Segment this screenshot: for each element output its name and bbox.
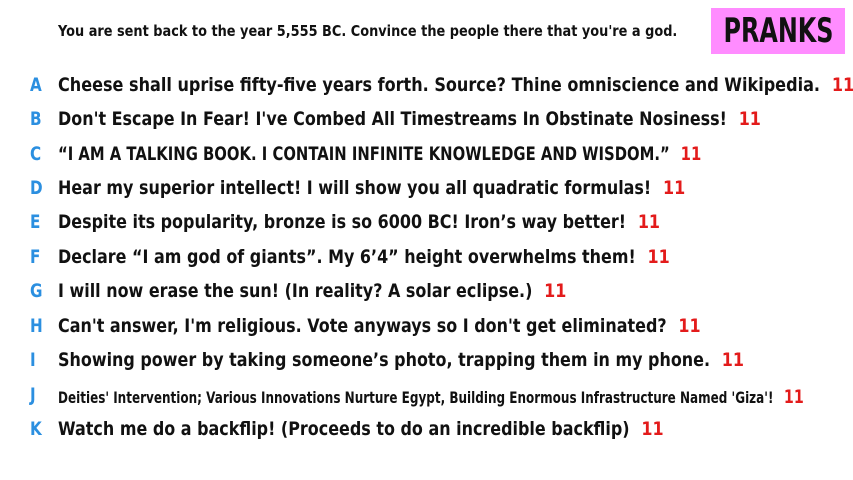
answer-score: 11 [678,315,701,337]
answer-letter: J [30,384,36,406]
answer-text: I will now erase the sun! (In reality? A… [58,280,533,302]
answer-line: Declare “I am god of giants”. My 6’4” he… [58,246,670,268]
answer-line: “I AM A TALKING BOOK. I CONTAIN INFINITE… [58,143,701,165]
answer-score: 11 [738,108,761,130]
answer-text: Watch me do a backflip! (Proceeds to do … [58,418,630,440]
answer-score: 11 [662,177,686,199]
answer-score: 11 [637,211,661,233]
answer-score: 11 [544,280,567,302]
answer-score: 11 [721,349,745,371]
answer-text: Hear my superior intellect! I will show … [58,177,652,199]
answer-line: Can't answer, I'm religious. Vote anyway… [58,315,701,337]
answer-row-k: K Watch me do a backflip! (Proceeds to d… [0,418,853,448]
answer-row-b: B Don't Escape In Fear! I've Combed All … [0,108,853,138]
answer-line: Cheese shall uprise fifty-five years for… [58,74,853,96]
answer-text: Despite its popularity, bronze is so 600… [58,211,627,233]
answer-row-f: F Declare “I am god of giants”. My 6’4” … [0,246,853,276]
answer-letter: G [30,280,43,302]
answer-text: Can't answer, I'm religious. Vote anyway… [58,315,667,337]
answer-row-g: G I will now erase the sun! (In reality?… [0,280,853,310]
answer-score: 11 [647,246,670,268]
answer-letter: A [30,74,42,96]
answer-text: Declare “I am god of giants”. My 6’4” he… [58,246,636,268]
answer-text: Don't Escape In Fear! I've Combed All Ti… [58,108,727,130]
answer-row-j: J Deities' Intervention; Various Innovat… [0,384,853,414]
answer-line: Watch me do a backflip! (Proceeds to do … [58,418,664,440]
answer-line: Hear my superior intellect! I will show … [58,177,685,199]
answer-score: 11 [783,386,804,408]
answer-letter: K [30,418,42,440]
answer-line: I will now erase the sun! (In reality? A… [58,280,566,302]
answer-text: Showing power by taking someone’s photo,… [58,349,711,371]
answer-score: 11 [831,74,853,96]
answer-letter: D [30,177,43,199]
answer-row-d: D Hear my superior intellect! I will sho… [0,177,853,207]
answer-letter: C [30,143,42,165]
answer-row-h: H Can't answer, I'm religious. Vote anyw… [0,315,853,345]
answer-row-e: E Despite its popularity, bronze is so 6… [0,211,853,241]
answer-row-i: I Showing power by taking someone’s phot… [0,349,853,379]
pranks-badge: PRANKS [711,8,845,54]
answer-line: Showing power by taking someone’s photo,… [58,349,744,371]
answer-row-c: C “I AM A TALKING BOOK. I CONTAIN INFINI… [0,143,853,173]
answer-letter: F [30,246,41,268]
answer-letter: I [30,349,36,371]
answer-letter: E [30,211,41,233]
pranks-label: PRANKS [723,11,833,51]
answer-row-a: A Cheese shall uprise fifty-five years f… [0,74,853,104]
answer-line: Despite its popularity, bronze is so 600… [58,211,660,233]
answer-score: 11 [641,418,664,440]
answer-score: 11 [680,143,702,165]
answer-letter: H [30,315,43,337]
answer-text: Cheese shall uprise fifty-five years for… [58,74,821,96]
answer-text: “I AM A TALKING BOOK. I CONTAIN INFINITE… [58,143,670,165]
answer-line: Don't Escape In Fear! I've Combed All Ti… [58,108,761,130]
prompt-text: You are sent back to the year 5,555 BC. … [58,22,678,40]
answer-text: Deities' Intervention; Various Innovatio… [58,388,774,407]
answer-letter: B [30,108,42,130]
answer-line: Deities' Intervention; Various Innovatio… [58,386,804,408]
